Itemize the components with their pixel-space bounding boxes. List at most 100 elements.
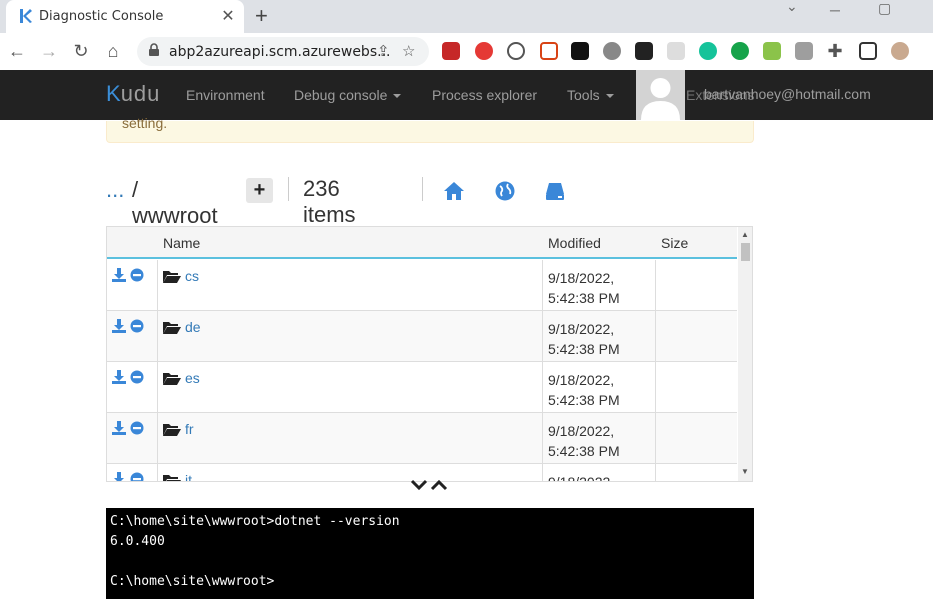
nav-environment[interactable]: Environment — [186, 87, 265, 103]
file-name-link[interactable]: cs — [185, 268, 199, 284]
breadcrumb-separator: / — [132, 177, 139, 202]
download-icon[interactable] — [112, 472, 126, 482]
nav-debug-console[interactable]: Debug console — [294, 87, 402, 103]
url-text: abp2azureapi.scm.azurewebs... — [169, 44, 391, 60]
home-icon[interactable] — [443, 180, 465, 202]
item-count: 236 items — [303, 176, 356, 227]
extension-icon-10[interactable] — [763, 42, 781, 60]
browser-tabbar: Diagnostic Console ✕ + ⌄ ─ ▢ — [0, 0, 933, 33]
scroll-down-icon[interactable]: ▼ — [741, 467, 749, 476]
grammarly-icon[interactable] — [699, 42, 717, 60]
file-table: Name Modified Size cs 9/18/2022, 5:42:38 P… — [106, 226, 753, 482]
nav-process-explorer[interactable]: Process explorer — [432, 87, 537, 103]
maximize-icon[interactable]: ▢ — [878, 0, 891, 17]
console-prompt[interactable]: C:\home\site\wwwroot> — [110, 574, 274, 589]
breadcrumb-parent-link[interactable]: ... — [106, 177, 124, 203]
minimize-icon[interactable]: ─ — [830, 2, 840, 18]
settings-gear-icon[interactable] — [603, 42, 621, 60]
modified-date-time: 5:42:38 PM — [548, 392, 620, 408]
delete-icon[interactable] — [130, 472, 144, 482]
back-icon[interactable]: ← — [6, 40, 28, 62]
close-tab-icon[interactable]: ✕ — [219, 6, 237, 26]
cell-divider — [655, 413, 656, 464]
tab-title: Diagnostic Console — [39, 9, 164, 24]
extension-icon-2[interactable] — [475, 42, 493, 60]
modified-date-time: 5:42:38 PM — [548, 443, 620, 459]
modified-date-day: 9/18/2022 — [548, 474, 611, 482]
table-row[interactable]: fr 9/18/2022, 5:42:38 PM — [107, 413, 737, 464]
file-name-link[interactable]: de — [185, 319, 201, 335]
user-silhouette-icon — [641, 78, 680, 120]
new-tab-icon[interactable]: + — [255, 3, 268, 29]
modified-date: 9/18/2022, 5:42:38 PM — [548, 421, 620, 461]
user-email: bartvanhoey@hotmail.com — [704, 86, 871, 102]
nav-tools[interactable]: Tools — [567, 87, 614, 103]
delete-icon[interactable] — [130, 319, 144, 333]
file-name-link[interactable]: es — [185, 370, 200, 386]
extension-icon-1[interactable] — [442, 42, 460, 60]
lock-icon — [149, 43, 159, 56]
delete-icon[interactable] — [130, 268, 144, 282]
chevron-down-up-icon[interactable] — [410, 478, 450, 492]
extension-icon-cb[interactable] — [635, 42, 653, 60]
table-row[interactable]: cs 9/18/2022, 5:42:38 PM — [107, 260, 737, 311]
chat-extension-icon[interactable] — [731, 42, 749, 60]
reload-icon[interactable]: ↻ — [70, 40, 92, 62]
console-line: 6.0.400 — [110, 534, 165, 549]
extension-icon-7[interactable] — [667, 42, 685, 60]
download-icon[interactable] — [112, 319, 126, 333]
divider — [422, 177, 423, 201]
globe-icon[interactable] — [494, 180, 516, 202]
share-icon[interactable]: ⇪ — [377, 42, 390, 60]
alert-text: setting. — [122, 115, 168, 131]
modified-date: 9/18/2022, 5:42:38 PM — [548, 370, 620, 410]
modified-date-day: 9/18/2022, — [548, 321, 615, 337]
caret-down-icon — [605, 94, 614, 99]
sidebar-toggle-icon[interactable] — [859, 42, 877, 60]
extension-icon-5[interactable] — [571, 42, 589, 60]
table-row[interactable]: es 9/18/2022, 5:42:38 PM — [107, 362, 737, 413]
folder-open-icon — [163, 475, 181, 481]
kudu-logo[interactable]: Kudu — [106, 81, 160, 107]
address-bar[interactable]: abp2azureapi.scm.azurewebs... ⇪ ☆ — [137, 37, 429, 66]
table-scrollbar[interactable]: ▲ ▼ — [738, 227, 752, 481]
caret-down-icon — [393, 94, 402, 99]
profile-avatar[interactable] — [891, 42, 909, 60]
add-item-button[interactable]: + — [246, 178, 273, 203]
download-icon[interactable] — [112, 370, 126, 384]
delete-icon[interactable] — [130, 421, 144, 435]
drive-icon[interactable] — [544, 180, 566, 202]
cell-divider — [542, 413, 543, 464]
chevron-down-icon[interactable]: ⌄ — [786, 0, 798, 15]
file-name-link[interactable]: fr — [185, 421, 194, 437]
home-icon[interactable]: ⌂ — [102, 40, 124, 62]
scroll-up-icon[interactable]: ▲ — [741, 230, 749, 239]
extension-icon-11[interactable] — [795, 42, 813, 60]
folder-open-icon — [163, 322, 181, 334]
browser-tab[interactable]: Diagnostic Console ✕ — [6, 0, 244, 33]
cell-divider — [542, 311, 543, 362]
column-header-size[interactable]: Size — [661, 235, 688, 251]
bookmark-star-icon[interactable]: ☆ — [402, 42, 415, 60]
kudu-favicon-icon — [20, 9, 32, 23]
resize-handle[interactable] — [410, 478, 450, 497]
extension-icon-3[interactable] — [507, 42, 525, 60]
download-icon[interactable] — [112, 421, 126, 435]
extensions-puzzle-icon[interactable]: ✚ — [824, 40, 846, 62]
extension-icon-4[interactable] — [540, 42, 558, 60]
file-name-link[interactable]: it — [185, 472, 192, 481]
modified-date-day: 9/18/2022, — [548, 423, 615, 439]
download-icon[interactable] — [112, 268, 126, 282]
modified-date-time: 5:42:38 PM — [548, 341, 620, 357]
table-row[interactable]: de 9/18/2022, 5:42:38 PM — [107, 311, 737, 362]
cell-divider — [157, 260, 158, 311]
column-header-name[interactable]: Name — [163, 235, 200, 251]
column-header-modified[interactable]: Modified — [548, 235, 601, 251]
delete-icon[interactable] — [130, 370, 144, 384]
debug-console[interactable]: C:\home\site\wwwroot>dotnet --version 6.… — [106, 508, 754, 599]
modified-date-day: 9/18/2022, — [548, 372, 615, 388]
cell-divider — [542, 464, 543, 481]
scrollbar-thumb[interactable] — [741, 243, 750, 261]
forward-icon[interactable]: → — [38, 40, 60, 62]
kudu-navbar: Kudu Environment Debug console Process e… — [0, 70, 933, 120]
